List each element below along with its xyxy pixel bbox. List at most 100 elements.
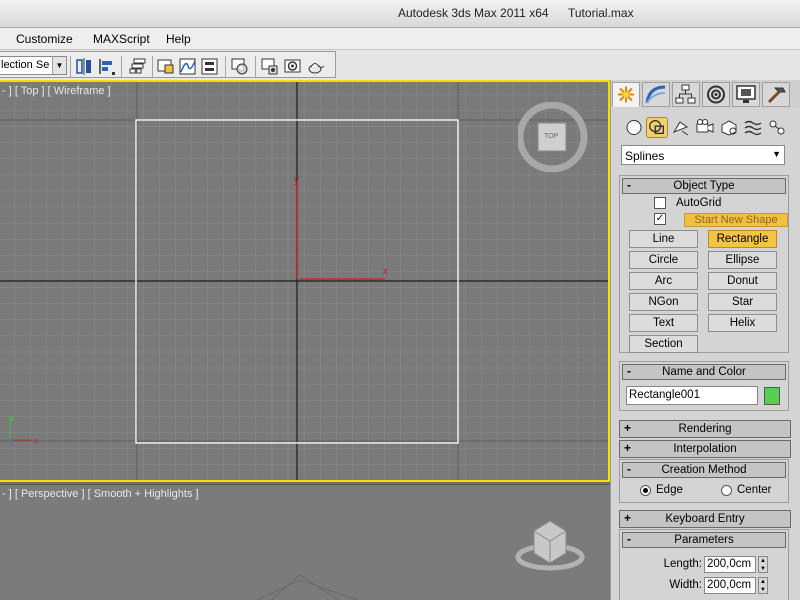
tab-modify[interactable] bbox=[642, 82, 670, 107]
main-toolbar: lection Se ▼ bbox=[0, 50, 800, 80]
command-panel-tabs bbox=[611, 80, 800, 108]
tab-display[interactable] bbox=[732, 82, 760, 107]
start-new-shape-checkbox[interactable]: ✓ bbox=[654, 213, 666, 225]
tab-create[interactable] bbox=[612, 82, 640, 107]
file-name: Tutorial.max bbox=[568, 6, 634, 20]
check-mark-icon: ✓ bbox=[655, 213, 665, 224]
section-button[interactable]: Section bbox=[629, 335, 698, 353]
menu-maxscript[interactable]: MAXScript bbox=[93, 32, 150, 46]
rendered-frame-window-icon[interactable] bbox=[283, 57, 303, 76]
tab-motion[interactable] bbox=[702, 82, 730, 107]
toolbar-divider bbox=[255, 56, 256, 77]
collapse-icon: - bbox=[627, 178, 631, 192]
name-and-color-rollout-header[interactable]: - Name and Color bbox=[622, 364, 786, 380]
viewcube-top-face-label[interactable]: TOP bbox=[544, 133, 558, 140]
width-label: Width: bbox=[669, 579, 702, 591]
menu-customize[interactable]: Customize bbox=[16, 32, 73, 46]
perspective-viewport-label[interactable]: - ] [ Perspective ] [ Smooth + Highlight… bbox=[2, 488, 199, 500]
interpolation-title: Interpolation bbox=[673, 443, 737, 455]
render-production-icon[interactable] bbox=[306, 57, 326, 76]
display-monitor-icon bbox=[736, 85, 756, 103]
top-viewport-label[interactable]: - ] [ Top ] [ Wireframe ] bbox=[2, 85, 111, 97]
chevron-down-icon[interactable]: ▼ bbox=[772, 149, 781, 159]
title-bar: Autodesk 3ds Max 2011 x64 Tutorial.max bbox=[0, 0, 800, 28]
object-category-value: Splines bbox=[625, 149, 665, 163]
ngon-button[interactable]: NGon bbox=[629, 293, 698, 311]
object-type-rollout-header[interactable]: - Object Type bbox=[622, 178, 786, 194]
hierarchy-icon bbox=[675, 84, 696, 104]
object-category-dropdown[interactable]: Splines ▼ bbox=[621, 145, 785, 165]
geometry-sphere-icon[interactable] bbox=[623, 117, 645, 138]
object-color-swatch[interactable] bbox=[764, 387, 780, 405]
parameters-rollout-header[interactable]: - Parameters bbox=[622, 532, 786, 548]
render-setup-icon[interactable] bbox=[260, 57, 280, 76]
autogrid-label: AutoGrid bbox=[676, 197, 722, 209]
toolbar-group: lection Se ▼ bbox=[0, 51, 336, 78]
top-viewport-grid bbox=[0, 82, 608, 480]
width-input[interactable]: 200,0cm bbox=[704, 577, 756, 594]
menu-help[interactable]: Help bbox=[166, 32, 191, 46]
expand-icon: + bbox=[624, 421, 632, 435]
keyboard-entry-rollout-header[interactable]: + Keyboard Entry bbox=[619, 510, 791, 528]
utilities-hammer-icon bbox=[767, 87, 786, 104]
creation-method-rollout-header[interactable]: - Creation Method bbox=[622, 462, 786, 478]
pivot-x-axis-label: x bbox=[383, 266, 388, 277]
perspective-viewport-canvas bbox=[0, 485, 610, 600]
lights-icon[interactable] bbox=[670, 117, 692, 138]
chevron-down-icon[interactable]: ▼ bbox=[52, 57, 66, 74]
line-button[interactable]: Line bbox=[629, 230, 698, 248]
named-selection-set-dropdown[interactable]: lection Se ▼ bbox=[0, 56, 67, 75]
keyboard-entry-title: Keyboard Entry bbox=[665, 513, 745, 525]
toolbar-divider bbox=[70, 56, 71, 77]
width-spinner[interactable]: ▲ ▼ bbox=[758, 577, 768, 594]
rectangle-button[interactable]: Rectangle bbox=[708, 230, 777, 248]
command-panel: Splines ▼ - Object Type AutoGrid ✓ Start… bbox=[610, 80, 800, 600]
perspective-viewport[interactable]: - ] [ Perspective ] [ Smooth + Highlight… bbox=[0, 484, 610, 600]
length-spinner[interactable]: ▲ ▼ bbox=[758, 556, 768, 573]
material-editor-icon[interactable] bbox=[230, 57, 250, 76]
mirror-icon[interactable] bbox=[74, 57, 94, 76]
expand-icon: + bbox=[624, 441, 632, 455]
creation-method-rollout: - Creation Method Edge Center bbox=[619, 459, 789, 503]
rendering-rollout-header[interactable]: + Rendering bbox=[619, 420, 791, 438]
app-title: Autodesk 3ds Max 2011 x64 bbox=[398, 6, 549, 20]
systems-icon[interactable] bbox=[766, 117, 788, 138]
cameras-icon[interactable] bbox=[694, 117, 716, 138]
curve-editor-icon[interactable] bbox=[178, 57, 198, 76]
pivot-y-axis-label: y bbox=[294, 175, 299, 186]
app-window: Autodesk 3ds Max 2011 x64 Tutorial.max C… bbox=[0, 0, 800, 600]
start-new-shape-button[interactable]: Start New Shape bbox=[684, 213, 788, 227]
interpolation-rollout-header[interactable]: + Interpolation bbox=[619, 440, 791, 458]
text-button[interactable]: Text bbox=[629, 314, 698, 332]
align-icon[interactable] bbox=[97, 57, 117, 76]
graphite-tools-icon[interactable] bbox=[156, 57, 176, 76]
name-and-color-title: Name and Color bbox=[662, 366, 746, 378]
ellipse-button[interactable]: Ellipse bbox=[708, 251, 777, 269]
autogrid-checkbox[interactable] bbox=[654, 197, 666, 209]
helpers-icon[interactable] bbox=[718, 117, 740, 138]
length-input[interactable]: 200,0cm bbox=[704, 556, 756, 573]
shapes-icon[interactable] bbox=[646, 117, 668, 138]
top-viewport[interactable]: - ] [ Top ] [ Wireframe ] y x y x z TOP bbox=[0, 80, 610, 482]
circle-button[interactable]: Circle bbox=[629, 251, 698, 269]
helix-button[interactable]: Helix bbox=[708, 314, 777, 332]
named-selection-set-value: lection Se bbox=[1, 59, 50, 71]
axis-tripod-z-label: z bbox=[10, 436, 15, 446]
length-label: Length: bbox=[663, 558, 702, 570]
edge-radio[interactable] bbox=[640, 485, 651, 496]
parameters-rollout: - Parameters Length: 200,0cm ▲ ▼ Width: 2… bbox=[619, 529, 789, 600]
viewcube[interactable]: TOP bbox=[516, 101, 590, 173]
schematic-view-icon[interactable] bbox=[200, 57, 220, 76]
menu-bar: Customize MAXScript Help bbox=[0, 28, 800, 50]
tab-utilities[interactable] bbox=[762, 82, 790, 107]
layer-manager-icon[interactable] bbox=[128, 57, 148, 76]
donut-button[interactable]: Donut bbox=[708, 272, 777, 290]
tab-hierarchy[interactable] bbox=[672, 82, 700, 107]
arc-button[interactable]: Arc bbox=[629, 272, 698, 290]
collapse-icon: - bbox=[627, 532, 631, 546]
toolbar-divider bbox=[121, 56, 122, 77]
space-warps-icon[interactable] bbox=[742, 117, 764, 138]
object-name-input[interactable]: Rectangle001 bbox=[626, 386, 758, 405]
center-radio[interactable] bbox=[721, 485, 732, 496]
star-button[interactable]: Star bbox=[708, 293, 777, 311]
